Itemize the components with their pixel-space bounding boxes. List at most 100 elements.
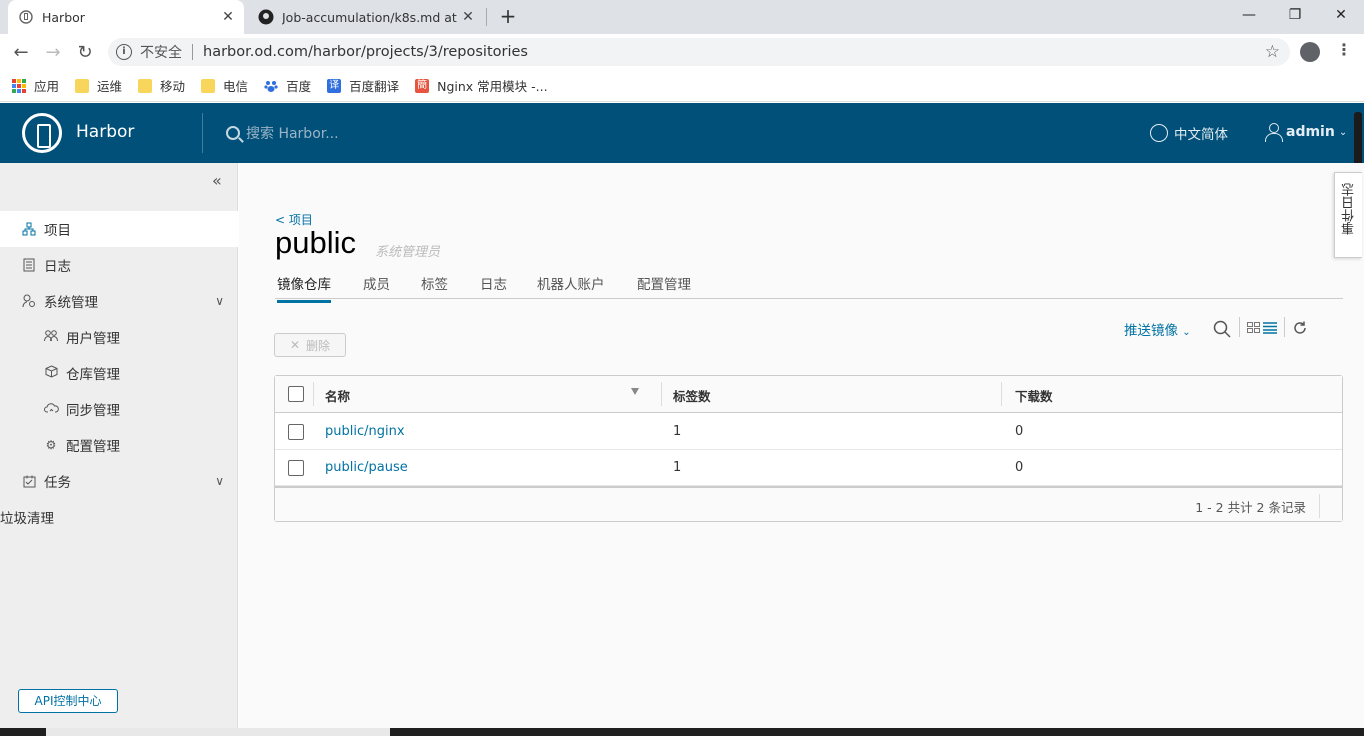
bookmark-label: 电信 (223, 79, 249, 94)
column-header-pulls[interactable]: 下载数 (1015, 386, 1053, 405)
repository-name-link[interactable]: public/pause (325, 460, 408, 475)
tab-configuration[interactable]: 配置管理 (637, 273, 691, 293)
sidebar-item-logs[interactable]: 日志 (0, 247, 238, 283)
search-input[interactable]: 搜索 Harbor... (246, 123, 339, 143)
browser-toolbar: ← → ↻ i 不安全 harbor.od.com/harbor/project… (0, 34, 1364, 70)
sidebar-item-admin[interactable]: 系统管理 ∨ (0, 283, 238, 319)
column-header-tags[interactable]: 标签数 (673, 386, 711, 405)
sidebar-item-label: 同步管理 (66, 403, 120, 419)
api-explorer-button[interactable]: API控制中心 (18, 689, 118, 713)
users-icon (44, 329, 58, 345)
global-search[interactable]: 搜索 Harbor... (226, 123, 339, 143)
back-button[interactable]: ← (8, 40, 34, 66)
browser-tab-harbor[interactable]: Harbor ✕ (8, 0, 244, 34)
bookmark-folder[interactable]: 电信 (201, 76, 248, 95)
tab-repositories[interactable]: 镜像仓库 (277, 273, 331, 303)
tab-members[interactable]: 成员 (363, 273, 390, 293)
table-footer: 1 - 2 共计 2 条记录 (275, 486, 1342, 521)
browser-menu-icon[interactable]: ⋮ (1336, 40, 1352, 59)
brand-name[interactable]: Harbor (76, 122, 134, 142)
bookmark-folder[interactable]: 运维 (75, 76, 122, 95)
sidebar-item-label: 用户管理 (66, 331, 120, 347)
table-header: 名称 标签数 下载数 (275, 376, 1342, 413)
minimize-button[interactable]: — (1226, 0, 1272, 30)
row-checkbox[interactable] (288, 424, 304, 440)
column-header-name[interactable]: 名称 (325, 386, 350, 405)
folder-icon (201, 78, 216, 93)
sidebar-item-registries[interactable]: 仓库管理 (0, 355, 238, 391)
bookmark-star-icon[interactable]: ☆ (1265, 42, 1280, 62)
bookmark-apps[interactable]: 应用 (12, 76, 59, 95)
sidebar-item-label: 日志 (44, 259, 71, 275)
chevron-down-icon: ⌄ (1338, 126, 1348, 138)
folder-icon (138, 78, 153, 93)
tasks-icon (22, 474, 36, 488)
tab-labels[interactable]: 标签 (421, 273, 448, 293)
harbor-logo-icon[interactable] (22, 113, 62, 153)
admin-icon (22, 294, 36, 308)
sidebar-item-projects[interactable]: 项目 (0, 211, 238, 247)
user-icon (1264, 123, 1283, 142)
window-close-button[interactable]: ✕ (1318, 0, 1364, 30)
info-icon[interactable]: i (116, 44, 132, 60)
sidebar-item-replications[interactable]: 同步管理 (0, 391, 238, 427)
sidebar-item-label: 配置管理 (66, 439, 120, 455)
close-icon: ✕ (289, 338, 301, 352)
bookmark-baidu-translate[interactable]: 译 百度翻译 (327, 76, 399, 95)
logs-icon (22, 258, 36, 272)
delete-button[interactable]: ✕ 删除 (274, 333, 346, 357)
tab-title: Harbor (42, 9, 85, 25)
sidebar: « 项目 日志 系统管理 ∨ 用户管理 仓库管理 同步管理 ⚙ 配置管理 任务 … (0, 163, 238, 728)
event-log-tab[interactable]: 事件日志 (1334, 172, 1362, 258)
filter-icon[interactable] (631, 388, 639, 395)
chevron-down-icon[interactable]: ∨ (215, 294, 224, 308)
pull-count: 0 (1015, 460, 1024, 475)
jianshu-icon: 簡 (415, 78, 430, 93)
bookmark-folder[interactable]: 移动 (138, 76, 185, 95)
tab-robot-accounts[interactable]: 机器人账户 (537, 273, 605, 293)
refresh-icon[interactable] (1292, 320, 1308, 340)
sidebar-item-label: 垃圾清理 (0, 511, 54, 527)
push-image-button[interactable]: 推送镜像 ⌄ (1124, 319, 1191, 339)
list-view-icon[interactable] (1263, 320, 1277, 338)
chevron-down-icon: ⌄ (1182, 327, 1191, 338)
scrollbar-indicator (1354, 112, 1362, 170)
collapse-sidebar-icon[interactable]: « (212, 171, 222, 190)
bookmark-baidu[interactable]: 百度 (264, 76, 311, 95)
repository-name-link[interactable]: public/nginx (325, 424, 405, 439)
user-menu[interactable]: admin ⌄ (1264, 123, 1348, 142)
row-checkbox[interactable] (288, 460, 304, 476)
browser-tab-github[interactable]: Job-accumulation/k8s.md at K ✕ (248, 0, 484, 34)
table-row: public/pause 1 0 (275, 450, 1342, 486)
table-row: public/nginx 1 0 (275, 414, 1342, 450)
reload-button[interactable]: ↻ (72, 40, 98, 66)
forward-button[interactable]: → (40, 40, 66, 66)
url-text[interactable]: harbor.od.com/harbor/projects/3/reposito… (203, 44, 528, 60)
profile-avatar[interactable] (1300, 42, 1320, 62)
select-all-checkbox[interactable] (288, 386, 304, 402)
tab-logs[interactable]: 日志 (480, 273, 507, 293)
close-icon[interactable]: ✕ (458, 9, 478, 25)
language-switcher[interactable]: 中文简体 (1150, 123, 1228, 143)
sidebar-item-gc[interactable]: 垃圾清理 (0, 499, 238, 535)
chevron-down-icon[interactable]: ∨ (215, 474, 224, 488)
sidebar-item-users[interactable]: 用户管理 (0, 319, 238, 355)
harbor-favicon-icon (18, 9, 34, 25)
tag-count: 1 (673, 460, 682, 475)
tab-divider (486, 8, 487, 26)
bookmark-label: 百度翻译 (349, 79, 400, 94)
card-view-icon[interactable] (1247, 320, 1261, 338)
bookmark-nginx[interactable]: 簡 Nginx 常用模块 -... (415, 76, 548, 95)
address-bar[interactable]: i 不安全 harbor.od.com/harbor/projects/3/re… (108, 38, 1290, 66)
app-header: Harbor 搜索 Harbor... 中文简体 admin ⌄ (0, 103, 1364, 163)
new-tab-button[interactable]: + (496, 4, 520, 28)
sidebar-item-tasks[interactable]: 任务 ∨ (0, 463, 238, 499)
close-icon[interactable]: ✕ (218, 9, 238, 25)
search-icon[interactable] (1213, 320, 1231, 342)
browser-tabstrip: Harbor ✕ Job-accumulation/k8s.md at K ✕ … (0, 0, 1364, 34)
bookmark-label: 运维 (97, 79, 123, 94)
taskbar-segment (46, 728, 390, 736)
restore-button[interactable]: ❐ (1272, 0, 1318, 30)
main-content: < 项目 public 系统管理员 镜像仓库 成员 标签 日志 机器人账户 配置… (239, 163, 1364, 728)
sidebar-item-configuration[interactable]: ⚙ 配置管理 (0, 427, 238, 463)
